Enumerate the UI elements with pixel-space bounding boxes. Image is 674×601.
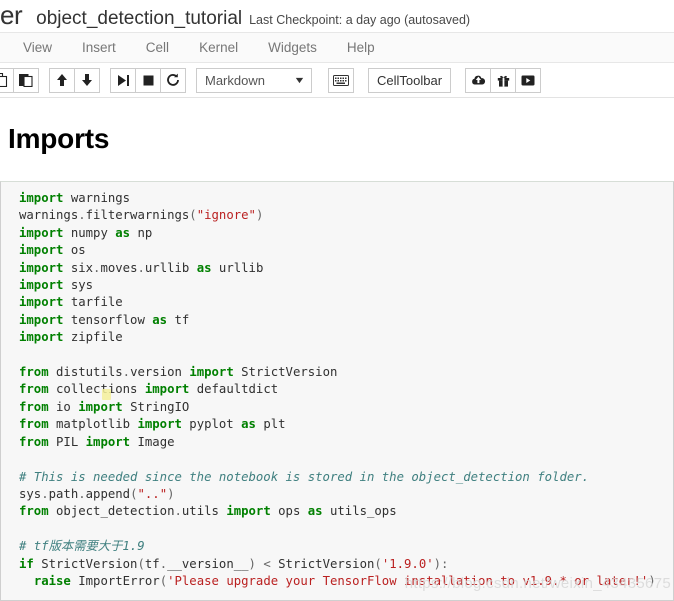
keyboard-icon	[333, 74, 349, 86]
menu-item-insert[interactable]: Insert	[67, 33, 131, 62]
menu-item-help[interactable]: Help	[332, 33, 390, 62]
notebook-header: er object_detection_tutorial Last Checkp…	[0, 0, 674, 32]
play-box-button[interactable]	[515, 67, 542, 93]
move-cell-down-button[interactable]	[74, 67, 100, 93]
paste-icon-button[interactable]	[13, 67, 39, 93]
jupyter-logo-text[interactable]: er	[0, 2, 23, 28]
command-palette-button[interactable]	[328, 67, 354, 93]
toolbar-group-move	[49, 67, 100, 93]
cell-type-value: Markdown	[205, 72, 265, 88]
arrow-down-icon	[81, 73, 93, 87]
menu-bar: View Insert Cell Kernel Widgets Help	[0, 32, 674, 63]
notebook-title[interactable]: object_detection_tutorial	[36, 8, 242, 30]
stop-square-icon	[142, 74, 155, 87]
cloud-upload-icon	[471, 74, 486, 86]
cloud-upload-button[interactable]	[465, 67, 492, 93]
restart-kernel-icon	[166, 73, 180, 87]
gift-icon	[497, 74, 510, 87]
paste-icon	[19, 73, 33, 87]
last-checkpoint-label: Last Checkpoint: a day ago (autosaved)	[249, 13, 471, 27]
cell-type-select[interactable]: Markdown ▼	[196, 67, 312, 93]
copy-icon	[0, 73, 8, 87]
cell-toolbar-button[interactable]: CellToolbar	[368, 67, 452, 93]
copy-icon-button[interactable]	[0, 67, 14, 93]
toolbar-group-run	[110, 67, 186, 93]
interrupt-kernel-button[interactable]	[135, 67, 161, 93]
move-cell-up-button[interactable]	[49, 67, 75, 93]
gift-button[interactable]	[490, 67, 517, 93]
play-box-icon	[521, 75, 535, 86]
toolbar-group-extensions	[465, 67, 542, 93]
menu-item-cell[interactable]: Cell	[131, 33, 184, 62]
toolbar-group-celltoolbar: CellToolbar	[368, 67, 452, 93]
toolbar-group-palette	[328, 67, 354, 93]
menu-item-view[interactable]: View	[8, 33, 67, 62]
code-cell-source[interactable]: import warnings warnings.filterwarnings(…	[19, 190, 673, 590]
chevron-down-icon: ▼	[293, 75, 306, 85]
code-cell[interactable]: import warnings warnings.filterwarnings(…	[0, 181, 674, 601]
markdown-heading-imports[interactable]: Imports	[8, 122, 674, 156]
toolbar-group-clipboard	[0, 67, 39, 93]
menu-item-kernel[interactable]: Kernel	[184, 33, 253, 62]
run-cell-button[interactable]	[110, 67, 136, 93]
toolbar-group-cell-type: Markdown ▼	[196, 67, 312, 93]
run-cell-icon	[117, 74, 130, 87]
arrow-up-icon	[56, 73, 68, 87]
notebook-toolbar: Markdown ▼ CellToolbar	[0, 63, 674, 98]
menu-item-widgets[interactable]: Widgets	[253, 33, 332, 62]
restart-kernel-button[interactable]	[160, 67, 186, 93]
notebook-body: Imports import warnings warnings.filterw…	[0, 122, 674, 601]
